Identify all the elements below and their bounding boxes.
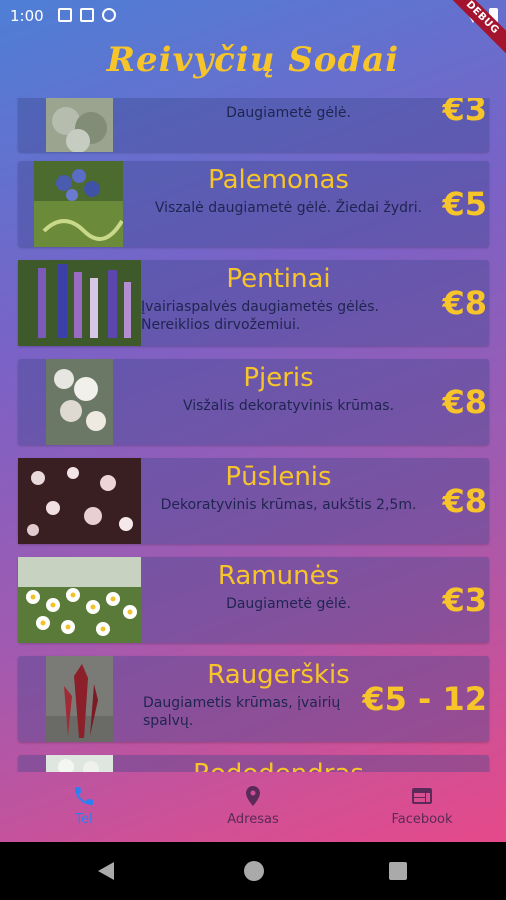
plant-name: Palemonas (208, 165, 349, 195)
plant-description: Viszalė daugiametė gėlė. Žiedai žydri. (154, 200, 423, 216)
plant-image (18, 260, 141, 346)
nav-tel-label: Tel (75, 812, 93, 827)
nav-facebook[interactable]: Facebook (362, 784, 482, 827)
recent-apps-icon[interactable] (389, 862, 407, 880)
plant-description: Įvairiaspalvės daugiametės gėlės. Nereik… (141, 299, 379, 333)
plant-description: Dekoratyvinis krūmas, aukštis 2,5m. (160, 497, 417, 513)
plant-name: Pūslenis (225, 462, 332, 492)
location-pin-icon (246, 786, 260, 806)
plant-image (34, 161, 123, 247)
list-item[interactable]: Palemonas Viszalė daugiametė gėlė. Žieda… (18, 161, 489, 247)
status-bar: 1:00 (0, 0, 506, 32)
app-screen: 1:00 DEBUG Reivyčių Sodai Daugiametė gėl (0, 0, 506, 842)
home-icon[interactable] (244, 861, 264, 881)
back-icon[interactable] (98, 862, 114, 880)
plant-description: Visžalis dekoratyvinis krūmas. (182, 398, 395, 414)
nav-tel[interactable]: Tel (24, 784, 144, 827)
bottom-navigation: Tel Adresas Facebook (0, 772, 506, 842)
notification-a-icon (58, 8, 72, 22)
plant-price: €8 (442, 284, 487, 322)
plant-price: €3 (442, 98, 487, 128)
plant-description: Daugiametė gėlė. (226, 596, 351, 612)
nav-adresas[interactable]: Adresas (193, 784, 313, 827)
plant-price: €5 - 12 (362, 680, 487, 718)
list-item[interactable]: Pentinai Įvairiaspalvės daugiametės gėlė… (18, 260, 489, 346)
plant-image (46, 656, 113, 742)
plant-name: Rododendras (138, 759, 419, 772)
web-page-icon (412, 788, 432, 804)
list-item[interactable]: Pjeris Visžalis dekoratyvinis krūmas. €8 (18, 359, 489, 445)
list-item[interactable]: Raugerškis Daugiametis krūmas, įvairių s… (18, 656, 489, 742)
plant-price: €3 (442, 581, 487, 619)
plant-image (46, 755, 113, 772)
app-title: Reivyčių Sodai (106, 40, 400, 80)
plant-price: €8 (442, 482, 487, 520)
list-item[interactable]: Ramunės Daugiametė gėlė. €3 (18, 557, 489, 643)
plant-image (46, 359, 113, 445)
nav-facebook-label: Facebook (391, 812, 453, 827)
plant-image (46, 98, 113, 152)
plant-image (18, 557, 141, 643)
plant-list[interactable]: Daugiametė gėlė. €3 Palemonas Viszalė da… (0, 98, 506, 772)
nav-adresas-label: Adresas (227, 812, 279, 827)
status-time: 1:00 (10, 7, 44, 25)
plant-image (18, 458, 141, 544)
list-item[interactable]: Pūslenis Dekoratyvinis krūmas, aukštis 2… (18, 458, 489, 544)
sd-card-icon (80, 8, 94, 22)
list-item[interactable]: Daugiametė gėlė. €3 (18, 98, 489, 152)
plant-price: €5 (442, 185, 487, 223)
status-notification-icons (58, 8, 116, 22)
plant-description: Daugiametis krūmas, įvairių spalvų. (143, 695, 341, 729)
phone-icon (75, 787, 93, 805)
plant-name: Pjeris (243, 363, 314, 393)
plant-name: Ramunės (217, 561, 340, 591)
plant-description: Daugiametė gėlė. (226, 105, 351, 121)
list-item[interactable]: Rododendras (18, 755, 489, 772)
android-navigation-bar (0, 842, 506, 900)
do-not-disturb-icon (102, 8, 116, 22)
plant-name: Pentinai (226, 264, 331, 294)
plant-price: €8 (442, 383, 487, 421)
